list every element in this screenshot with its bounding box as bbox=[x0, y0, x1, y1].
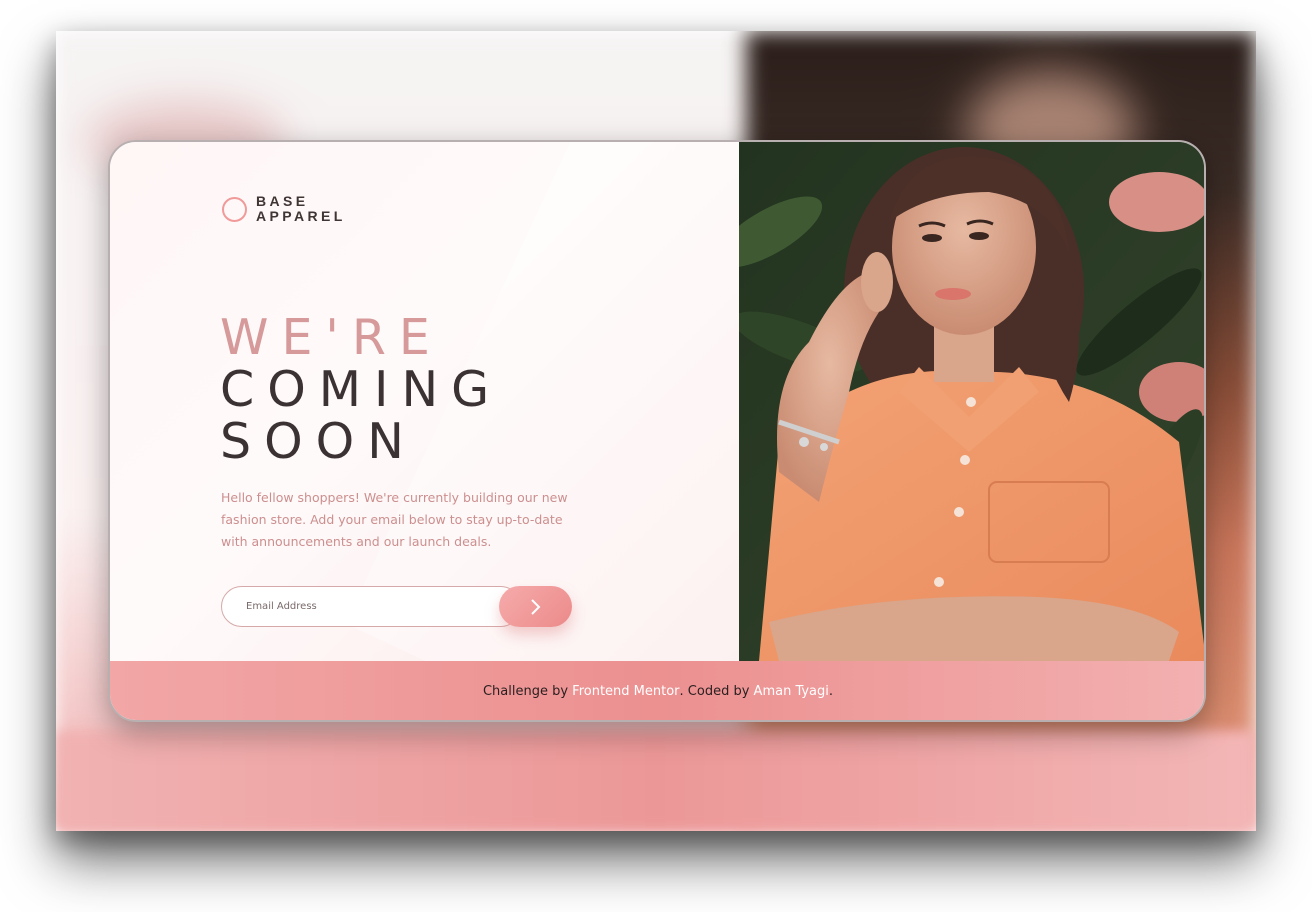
backdrop-bottom bbox=[56, 731, 1256, 831]
footer-attribution: Challenge by Frontend Mentor . Coded by … bbox=[110, 661, 1204, 720]
landing-card: BASE APPAREL WE'RE COMING SOON Hello fel… bbox=[108, 140, 1206, 722]
author-link[interactable]: Aman Tyagi bbox=[754, 684, 829, 699]
logo-ring-icon bbox=[222, 196, 247, 222]
page-title: WE'RE COMING SOON bbox=[220, 312, 502, 468]
footer-suffix: . bbox=[828, 684, 834, 699]
submit-button[interactable] bbox=[499, 586, 572, 627]
logo-line-2: APPAREL bbox=[256, 208, 346, 224]
hero-image bbox=[739, 142, 1204, 661]
email-field[interactable] bbox=[221, 586, 521, 627]
content-panel: BASE APPAREL WE'RE COMING SOON Hello fel… bbox=[110, 142, 739, 661]
chevron-right-icon bbox=[530, 598, 540, 615]
frontend-mentor-link[interactable]: Frontend Mentor bbox=[572, 684, 679, 699]
title-line-1: WE'RE bbox=[220, 309, 443, 366]
brand-logo[interactable]: BASE APPAREL bbox=[222, 194, 346, 224]
footer-middle: . Coded by bbox=[679, 684, 754, 699]
logo-text: BASE APPAREL bbox=[256, 194, 346, 224]
title-line-2: COMING bbox=[220, 361, 503, 418]
model-photo bbox=[739, 142, 1204, 661]
email-form bbox=[221, 586, 572, 627]
logo-line-1: BASE bbox=[256, 193, 309, 209]
footer-prefix: Challenge by bbox=[482, 684, 573, 699]
title-line-3: SOON bbox=[220, 413, 417, 470]
intro-text: Hello fellow shoppers! We're currently b… bbox=[221, 490, 568, 549]
